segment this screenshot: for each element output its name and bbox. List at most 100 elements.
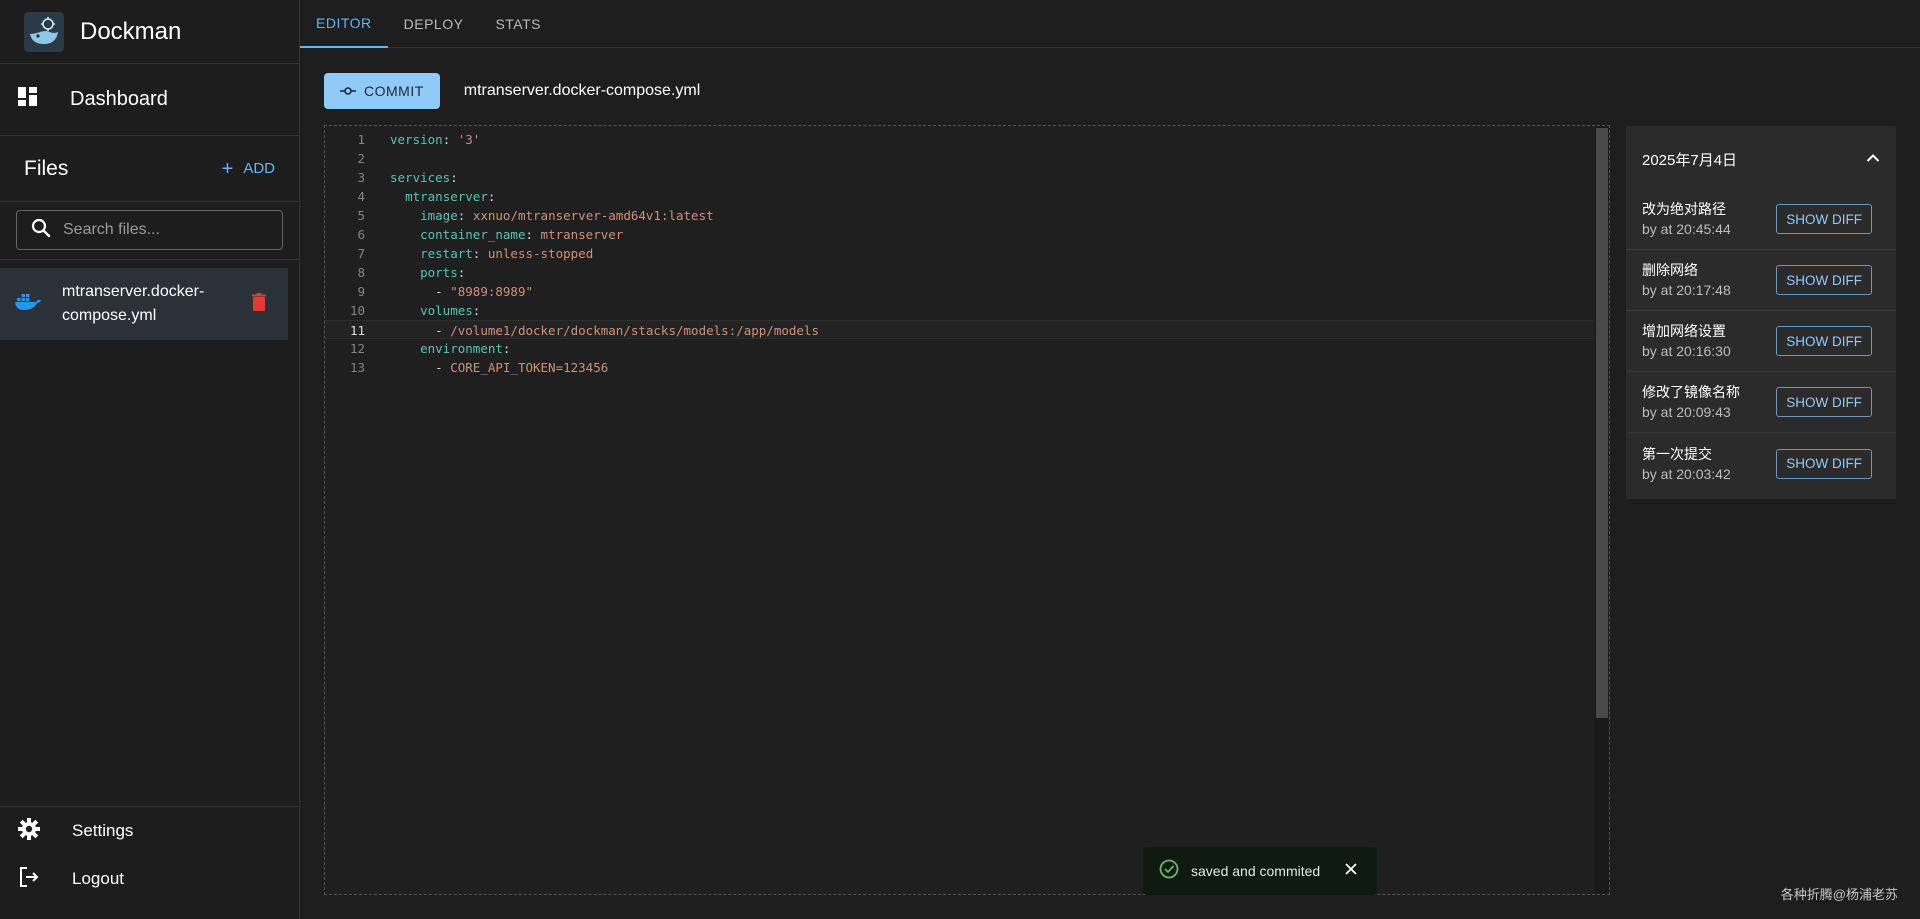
add-file-button[interactable]: + ADD bbox=[222, 159, 275, 179]
delete-file-icon[interactable] bbox=[252, 292, 266, 316]
line-text: ports: bbox=[390, 263, 465, 282]
code-token: '3' bbox=[457, 132, 481, 147]
file-list-item[interactable]: mtranserver.docker-compose.yml bbox=[0, 268, 288, 340]
toast-notification: saved and commited bbox=[1143, 847, 1377, 895]
watermark: 各种折腾@杨浦老苏 bbox=[1780, 887, 1898, 902]
search-icon bbox=[31, 218, 51, 243]
line-text: restart: unless-stopped bbox=[390, 244, 593, 263]
code-token: mtranserver bbox=[405, 189, 488, 204]
code-line[interactable]: 9 - "8989:8989" bbox=[325, 282, 1593, 301]
commit-button[interactable]: COMMIT bbox=[324, 73, 440, 109]
line-number: 6 bbox=[357, 227, 365, 242]
code-token: unless-stopped bbox=[487, 246, 594, 261]
show-diff-button[interactable]: SHOW DIFF bbox=[1776, 265, 1872, 295]
line-text: version: '3' bbox=[390, 130, 480, 149]
nav-dashboard[interactable]: Dashboard bbox=[0, 64, 299, 136]
main-area: EDITOR DEPLOY STATS COMMIT mtranserver.d… bbox=[300, 0, 1920, 919]
nav-settings[interactable]: Settings bbox=[0, 807, 300, 855]
show-diff-button[interactable]: SHOW DIFF bbox=[1776, 204, 1872, 234]
code-line[interactable]: 2 bbox=[325, 149, 1593, 168]
line-text: - /volume1/docker/dockman/stacks/models:… bbox=[390, 321, 819, 338]
code-token: : bbox=[457, 208, 473, 223]
search-input[interactable] bbox=[63, 221, 282, 239]
files-header: Files + ADD bbox=[0, 136, 299, 202]
brand-header: Dockman bbox=[0, 0, 299, 64]
code-line[interactable]: 4 mtranserver: bbox=[325, 187, 1593, 206]
code-line[interactable]: 7 restart: unless-stopped bbox=[325, 244, 1593, 263]
whale-logo-icon bbox=[24, 11, 64, 52]
code-line[interactable]: 1 version: '3' bbox=[325, 130, 1593, 149]
show-diff-button[interactable]: SHOW DIFF bbox=[1776, 326, 1872, 356]
show-diff-button[interactable]: SHOW DIFF bbox=[1776, 387, 1872, 417]
line-number: 1 bbox=[357, 132, 365, 147]
commit-message: 删除网络 bbox=[1642, 262, 1698, 278]
commit-message: 第一次提交 bbox=[1642, 445, 1712, 462]
commit-info: 第一次提交 by at 20:03:42 bbox=[1642, 444, 1731, 484]
tab-stats[interactable]: STATS bbox=[479, 0, 557, 48]
line-number: 8 bbox=[357, 265, 365, 280]
code-token: environment bbox=[420, 341, 503, 356]
code-line[interactable]: 8 ports: bbox=[325, 263, 1593, 282]
code-line[interactable]: 11 - /volume1/docker/dockman/stacks/mode… bbox=[325, 320, 1593, 339]
line-text: - CORE_API_TOKEN=123456 bbox=[390, 358, 608, 377]
line-text: mtranserver: bbox=[390, 187, 495, 206]
line-number: 2 bbox=[357, 151, 365, 166]
tab-deploy[interactable]: DEPLOY bbox=[388, 0, 480, 48]
history-header[interactable]: 2025年7月4日 bbox=[1626, 126, 1896, 192]
commit-row: 增加网络设置 by at 20:16:30 SHOW DIFF bbox=[1626, 311, 1896, 372]
line-number: 10 bbox=[349, 303, 365, 318]
commit-time: by at 20:17:48 bbox=[1642, 282, 1731, 298]
line-number: 13 bbox=[349, 360, 365, 375]
commit-history-panel: 2025年7月4日 改为绝对路径 by at 20:45:44 SHOW DIFF 删… bbox=[1626, 126, 1896, 499]
line-text: environment: bbox=[390, 339, 510, 358]
code-line[interactable]: 5 image: xxnuo/mtranserver-amd64v1:lates… bbox=[325, 206, 1593, 225]
code-line[interactable]: 12 environment: bbox=[325, 339, 1593, 358]
code-token: - bbox=[390, 323, 451, 338]
code-line[interactable]: 3 services: bbox=[325, 168, 1593, 187]
logout-icon bbox=[18, 866, 40, 893]
code-token: : bbox=[525, 227, 541, 242]
code-token: : bbox=[472, 246, 488, 261]
app-root: Dockman Dashboard Files + ADD Search fil… bbox=[0, 0, 1920, 919]
editor-scrollbar[interactable] bbox=[1595, 126, 1609, 894]
code-token: : bbox=[457, 265, 466, 280]
code-line[interactable]: 13 - CORE_API_TOKEN=123456 bbox=[325, 358, 1593, 377]
code-token: container_name bbox=[420, 227, 526, 242]
chevron-up-icon[interactable] bbox=[1866, 150, 1880, 168]
scrollbar-thumb[interactable] bbox=[1596, 128, 1608, 718]
code-token: : bbox=[450, 170, 458, 185]
code-token: services bbox=[390, 170, 451, 185]
commit-message: 改为绝对路径 bbox=[1642, 201, 1726, 217]
commit-row: 第一次提交 by at 20:03:42 SHOW DIFF bbox=[1626, 433, 1896, 494]
app-title: Dockman bbox=[80, 17, 182, 45]
code-token: - bbox=[390, 284, 451, 299]
code-token: mtranserver bbox=[540, 227, 624, 242]
show-diff-button[interactable]: SHOW DIFF bbox=[1776, 448, 1872, 479]
commit-info: 改为绝对路径 by at 20:45:44 bbox=[1642, 199, 1731, 239]
history-list: 改为绝对路径 by at 20:45:44 SHOW DIFF 删除网络 by at 2… bbox=[1626, 189, 1896, 494]
line-text: volumes: bbox=[390, 301, 480, 320]
line-number: 11 bbox=[349, 323, 365, 338]
code-line[interactable]: 6 container_name: mtranserver bbox=[325, 225, 1593, 244]
commit-message: 增加网络设置 bbox=[1642, 323, 1726, 339]
close-icon[interactable] bbox=[1344, 862, 1358, 881]
code-line[interactable]: 10 volumes: bbox=[325, 301, 1593, 320]
code-token: : bbox=[442, 132, 458, 147]
code-token: restart bbox=[420, 246, 473, 261]
nav-logout[interactable]: Logout bbox=[0, 855, 300, 903]
file-name: mtranserver.docker-compose.yml bbox=[62, 283, 205, 324]
commit-info: 增加网络设置 by at 20:16:30 bbox=[1642, 321, 1731, 361]
code-lines: 1 version: '3' 2 3 services: 4 mtranserver: 5 … bbox=[325, 130, 1593, 377]
code-token: "8989:8989" bbox=[450, 284, 534, 299]
search-container bbox=[0, 202, 299, 260]
code-editor[interactable]: 1 version: '3' 2 3 services: 4 mtranserver: 5 … bbox=[324, 125, 1610, 895]
tab-editor[interactable]: EDITOR bbox=[300, 0, 388, 48]
dashboard-icon bbox=[18, 87, 38, 112]
line-text: container_name: mtranserver bbox=[390, 225, 623, 244]
